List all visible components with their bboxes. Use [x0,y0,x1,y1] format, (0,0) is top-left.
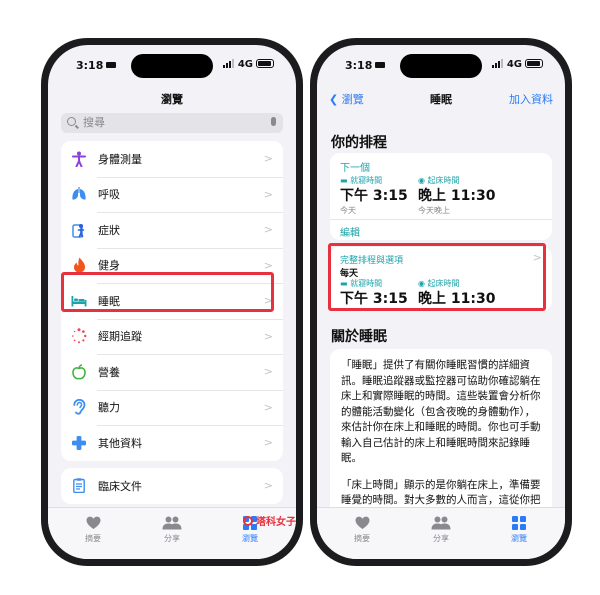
tab-label: 瀏覽 [511,534,527,543]
cycle-icon [71,328,87,344]
tab-label: 分享 [164,534,180,543]
people-icon [142,516,202,530]
grid-icon [489,516,549,530]
heart-icon [332,516,392,530]
category-label: 聽力 [98,401,120,415]
category-nutrition[interactable]: 營養 > [61,354,283,390]
add-data-button[interactable]: 加入資料 [509,91,553,107]
next-bedtime: 下午 3:15 [340,188,408,204]
next-label: 下一個 [340,163,370,174]
next-wake-day: 今天晚上 [418,206,450,215]
tab-summary[interactable]: 摘要 [332,516,392,544]
sleep-mode-icon [375,62,386,68]
category-label: 臨床文件 [98,479,142,493]
plus-icon [71,435,87,451]
signal-icon [222,59,235,68]
schedule-header: 你的排程 [331,135,387,151]
status-bar: 3:18 4G [317,59,565,73]
category-hearing[interactable]: 聽力 > [61,389,283,426]
status-indicators: 4G [491,59,543,70]
category-label: 症狀 [98,223,120,237]
people-icon [411,516,471,530]
network-type: 4G [506,59,522,70]
category-label: 經期追蹤 [98,330,142,344]
chevron-right-icon: > [263,258,273,272]
ear-icon [71,399,87,415]
microphone-icon[interactable] [271,117,276,126]
category-symptoms[interactable]: 症狀 > [61,212,283,248]
category-body-measurements[interactable]: 身體測量 > [61,141,283,177]
tab-label: 瀏覽 [242,534,258,543]
tab-bar: 摘要 分享 瀏覽 [317,507,565,559]
battery-icon [525,59,543,68]
lungs-icon [71,186,87,202]
figure-icon [71,151,87,167]
sleep-mode-icon [106,62,117,68]
status-indicators: 4G [222,59,274,70]
search-input[interactable]: 搜尋 [61,113,283,133]
chevron-right-icon: > [263,187,273,201]
category-label: 其他資料 [98,436,142,450]
category-clinical-documents[interactable]: 臨床文件 > [61,468,283,504]
bed-icon: ▬ [340,176,348,185]
tab-summary[interactable]: 摘要 [63,516,123,544]
chevron-right-icon: > [263,223,273,237]
chevron-right-icon: > [263,400,273,414]
watermark-logo-icon [243,516,253,526]
network-type: 4G [237,59,253,70]
chevron-right-icon: > [263,436,273,450]
edit-button[interactable]: 編輯 [340,224,360,239]
clinical-list: 臨床文件 > [61,468,283,504]
flame-icon [71,257,87,273]
tab-browse[interactable]: 瀏覽 [489,516,549,544]
next-wake: 晚上 11:30 [418,188,496,204]
category-label: 健身 [98,259,120,273]
status-bar: 3:18 4G [48,59,296,73]
watermark: 塔科女子 [243,513,296,528]
heart-icon [63,516,123,530]
about-card: 「睡眠」提供了有關你睡眠習慣的詳細資訊。睡眠追蹤器或監控器可協助你確認躺在床上和… [330,349,552,519]
chevron-right-icon: > [263,479,273,493]
document-icon [71,478,87,494]
tab-label: 摘要 [85,534,101,543]
chevron-right-icon: > [263,365,273,379]
tab-label: 分享 [433,534,449,543]
about-header: 關於睡眠 [331,329,387,345]
chevron-right-icon: > [263,152,273,166]
full-schedule-highlight [328,243,546,311]
about-paragraph-1: 「睡眠」提供了有關你睡眠習慣的詳細資訊。睡眠追蹤器或監控器可協助你確認躺在床上和… [341,359,541,464]
category-label: 身體測量 [98,152,142,166]
status-time: 3:18 [76,59,117,72]
search-icon [67,117,76,126]
signal-icon [491,59,504,68]
next-bed-day: 今天 [340,206,356,215]
category-label: 呼吸 [98,188,120,202]
category-other-data[interactable]: 其他資料 > [61,425,283,461]
category-label: 營養 [98,365,120,379]
sleep-row-highlight [61,272,274,312]
chevron-right-icon: > [263,329,273,343]
next-schedule-card: 下一個 ▬ 就寢時間 下午 3:15 今天 ◉ 起床時間 晚上 11:30 今天… [330,153,552,240]
category-cycle-tracking[interactable]: 經期追蹤 > [61,318,283,355]
clipboard-figure-icon [71,222,87,238]
tab-sharing[interactable]: 分享 [411,516,471,544]
apple-icon [71,364,87,380]
tab-sharing[interactable]: 分享 [142,516,202,544]
page-title: 瀏覽 [161,93,183,106]
search-placeholder: 搜尋 [83,116,105,129]
battery-icon [256,59,274,68]
alarm-icon: ◉ [418,176,425,185]
category-respiratory[interactable]: 呼吸 > [61,176,283,213]
tab-label: 摘要 [354,534,370,543]
status-time: 3:18 [345,59,386,72]
